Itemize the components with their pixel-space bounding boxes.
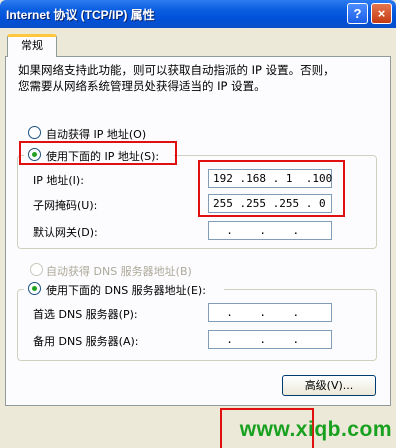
highlight-manual-ip <box>19 141 177 165</box>
label-auto-dns[interactable]: 自动获得 DNS 服务器地址(B) <box>46 263 192 279</box>
tab-general[interactable]: 常规 <box>7 34 57 57</box>
help-icon: ? <box>353 6 362 21</box>
close-button[interactable]: × <box>371 3 392 24</box>
label-preferred-dns: 首选 DNS 服务器(P): <box>33 308 138 321</box>
radio-manual-dns[interactable] <box>28 282 41 295</box>
watermark: www.xiqb.com <box>239 418 392 441</box>
help-button[interactable]: ? <box>347 3 368 24</box>
alternate-dns-field[interactable]: . . . <box>208 330 332 349</box>
label-ip-address: IP 地址(I): <box>33 174 84 187</box>
radio-auto-ip[interactable] <box>28 126 41 139</box>
default-gateway-field[interactable]: . . . <box>208 221 332 240</box>
radio-auto-dns[interactable] <box>30 263 43 276</box>
label-alternate-dns: 备用 DNS 服务器(A): <box>33 335 139 348</box>
close-icon: × <box>377 6 386 21</box>
label-default-gateway: 默认网关(D): <box>33 226 98 239</box>
dns-group-box <box>17 289 377 361</box>
label-subnet-mask: 子网掩码(U): <box>33 199 98 212</box>
description: 如果网络支持此功能，则可以获取自动指派的 IP 设置。否则， 您需要从网络系统管… <box>18 62 335 94</box>
label-manual-dns[interactable]: 使用下面的 DNS 服务器地址(E): <box>46 282 206 298</box>
advanced-button[interactable]: 高级(V)... <box>282 375 376 396</box>
window-title: Internet 协议 (TCP/IP) 属性 <box>6 8 155 22</box>
description-line-2: 您需要从网络系统管理员处获得适当的 IP 设置。 <box>18 79 266 93</box>
dns-group-header: 使用下面的 DNS 服务器地址(E): <box>24 281 224 297</box>
preferred-dns-field[interactable]: . . . <box>208 303 332 322</box>
highlight-address-fields <box>198 160 345 217</box>
title-bar[interactable]: Internet 协议 (TCP/IP) 属性 ? × <box>0 0 396 28</box>
description-line-1: 如果网络支持此功能，则可以获取自动指派的 IP 设置。否则， <box>18 63 335 77</box>
label-auto-ip[interactable]: 自动获得 IP 地址(O) <box>46 126 146 142</box>
